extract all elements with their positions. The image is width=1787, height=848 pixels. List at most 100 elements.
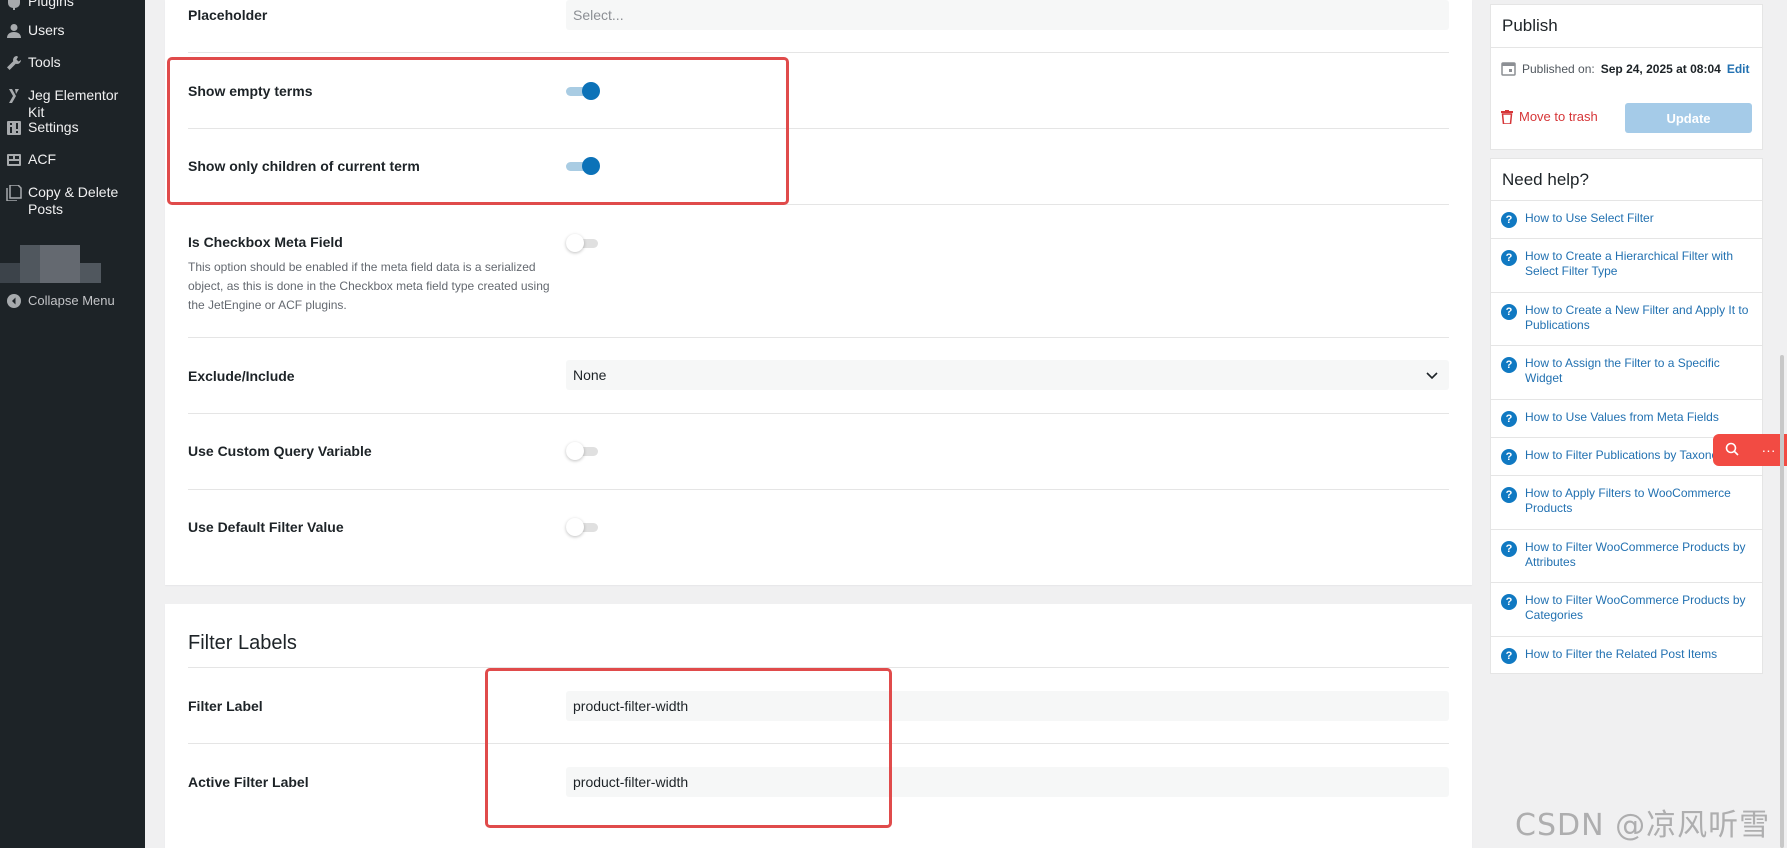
help-link-item: ? How to Use Values from Meta Fields xyxy=(1491,400,1762,438)
more-icon[interactable]: ··· xyxy=(1762,442,1776,458)
help-link[interactable]: How to Apply Filters to WooCommerce Prod… xyxy=(1525,486,1762,516)
help-link[interactable]: How to Filter WooCommerce Products by Ca… xyxy=(1525,593,1762,623)
sidebar-item-copy-delete-posts[interactable]: Copy & Delete Posts xyxy=(0,184,145,218)
show-empty-terms-toggle[interactable] xyxy=(566,82,600,100)
users-icon xyxy=(0,22,28,39)
publish-panel: Publish Published on: Sep 24, 2025 at 08… xyxy=(1490,4,1763,150)
question-icon: ? xyxy=(1501,487,1517,503)
show-empty-terms-row: Show empty terms xyxy=(188,53,1449,129)
jeg-kit-icon xyxy=(0,87,28,104)
sidebar-item-settings[interactable]: Settings xyxy=(0,119,145,136)
question-icon: ? xyxy=(1501,648,1517,664)
question-icon: ? xyxy=(1501,541,1517,557)
help-link-item: ? How to Use Select Filter xyxy=(1491,201,1762,239)
checkbox-meta-row: Is Checkbox Meta Field This option shoul… xyxy=(188,205,1449,338)
sidebar-item-label: Plugins xyxy=(28,0,74,9)
exclude-include-label: Exclude/Include xyxy=(188,368,295,384)
published-on-line: Published on: Sep 24, 2025 at 08:04 Edit xyxy=(1501,61,1750,76)
filter-labels-title: Filter Labels xyxy=(188,632,297,654)
exclude-include-select[interactable]: None xyxy=(566,360,1449,390)
update-button[interactable]: Update xyxy=(1625,103,1752,133)
search-icon[interactable] xyxy=(1725,442,1739,459)
divider xyxy=(1491,47,1762,48)
show-only-children-label: Show only children of current term xyxy=(188,158,420,174)
checkbox-meta-description: This option should be enabled if the met… xyxy=(188,260,550,312)
collapse-menu-button[interactable]: Collapse Menu xyxy=(0,292,145,309)
copy-delete-icon xyxy=(0,184,28,201)
help-link[interactable]: How to Assign the Filter to a Specific W… xyxy=(1525,356,1762,386)
blurred-avatar xyxy=(0,245,101,283)
help-link-item: ? How to Create a New Filter and Apply It… xyxy=(1491,293,1762,346)
help-link[interactable]: How to Use Values from Meta Fields xyxy=(1525,410,1729,425)
help-link-item: ? How to Filter the Related Post Items xyxy=(1491,637,1762,675)
page-scrollbar[interactable] xyxy=(1780,355,1784,848)
edit-date-link[interactable]: Edit xyxy=(1727,62,1750,76)
watermark: CSDN @凉风听雪 xyxy=(1515,808,1771,843)
question-icon: ? xyxy=(1501,449,1517,465)
help-link-item: ? How to Assign the Filter to a Specific … xyxy=(1491,346,1762,400)
collapse-icon xyxy=(0,292,28,309)
published-prefix: Published on: xyxy=(1522,61,1595,76)
filter-settings-card: Placeholder Select... Show empty terms S… xyxy=(165,0,1472,585)
sidebar-item-acf[interactable]: ACF xyxy=(0,151,145,168)
sidebar-item-tools[interactable]: Tools xyxy=(0,54,145,71)
custom-query-var-toggle[interactable] xyxy=(566,442,600,460)
active-filter-label-label: Active Filter Label xyxy=(188,774,309,790)
checkbox-meta-label: Is Checkbox Meta Field xyxy=(188,234,343,250)
help-link-item: ? How to Filter WooCommerce Products by A… xyxy=(1491,530,1762,583)
help-title: Need help? xyxy=(1502,170,1589,189)
floating-toolbar: ··· xyxy=(1713,434,1787,466)
collapse-menu-label: Collapse Menu xyxy=(28,293,115,308)
publish-title: Publish xyxy=(1502,16,1558,35)
help-link-item: ? How to Create a Hierarchical Filter wit… xyxy=(1491,239,1762,293)
custom-query-var-label: Use Custom Query Variable xyxy=(188,443,372,459)
help-link[interactable]: How to Create a Hierarchical Filter with… xyxy=(1525,249,1762,279)
question-icon: ? xyxy=(1501,250,1517,266)
admin-sidebar: Plugins Users Tools Jeg Elementor Kit Se… xyxy=(0,0,145,848)
filter-label-row: Filter Label product-filter-width xyxy=(188,668,1449,744)
filter-labels-card: Filter Labels Filter Label product-filte… xyxy=(165,604,1472,848)
default-filter-value-label: Use Default Filter Value xyxy=(188,519,344,535)
help-link[interactable]: How to Create a New Filter and Apply It … xyxy=(1525,303,1762,333)
default-filter-value-toggle[interactable] xyxy=(566,518,600,536)
help-link[interactable]: How to Use Select Filter xyxy=(1525,211,1664,226)
sidebar-item-users[interactable]: Users xyxy=(0,22,145,39)
move-to-trash-link[interactable]: Move to trash xyxy=(1501,109,1598,124)
question-icon: ? xyxy=(1501,304,1517,320)
acf-icon xyxy=(0,151,28,168)
default-filter-value-row: Use Default Filter Value xyxy=(188,490,1449,566)
show-only-children-toggle[interactable] xyxy=(566,157,600,175)
sidebar-item-label: Settings xyxy=(28,119,79,135)
filter-label-label: Filter Label xyxy=(188,698,263,714)
question-icon: ? xyxy=(1501,594,1517,610)
help-link[interactable]: How to Filter the Related Post Items xyxy=(1525,647,1727,662)
settings-icon xyxy=(0,119,28,136)
help-link-item: ? How to Apply Filters to WooCommerce Pro… xyxy=(1491,476,1762,530)
active-filter-label-row: Active Filter Label product-filter-width xyxy=(188,744,1449,820)
show-only-children-row: Show only children of current term xyxy=(188,129,1449,205)
question-icon: ? xyxy=(1501,212,1517,228)
checkbox-meta-toggle[interactable] xyxy=(566,234,600,252)
filter-label-input[interactable]: product-filter-width xyxy=(566,691,1449,721)
placeholder-input[interactable]: Select... xyxy=(566,0,1449,30)
active-filter-label-input[interactable]: product-filter-width xyxy=(566,767,1449,797)
placeholder-row: Placeholder Select... xyxy=(188,0,1449,53)
sidebar-item-jeg-elementor-kit[interactable]: Jeg Elementor Kit xyxy=(0,87,145,121)
question-icon: ? xyxy=(1501,357,1517,373)
help-link-item: ? How to Filter WooCommerce Products by C… xyxy=(1491,583,1762,637)
calendar-icon xyxy=(1501,62,1516,76)
sidebar-item-label: ACF xyxy=(28,151,56,167)
placeholder-label: Placeholder xyxy=(188,7,268,23)
sidebar-item-label: Tools xyxy=(28,54,61,70)
trash-label: Move to trash xyxy=(1519,109,1598,124)
help-link[interactable]: How to Filter WooCommerce Products by At… xyxy=(1525,540,1762,570)
help-panel: Need help? ? How to Use Select Filter ? Ho… xyxy=(1490,158,1763,674)
show-empty-terms-label: Show empty terms xyxy=(188,83,313,99)
sidebar-item-label: Copy & Delete Posts xyxy=(28,184,119,217)
sidebar-item-label: Jeg Elementor Kit xyxy=(28,87,119,120)
custom-query-var-row: Use Custom Query Variable xyxy=(188,414,1449,490)
trash-icon xyxy=(1501,109,1513,124)
sidebar-item-plugins[interactable]: Plugins xyxy=(0,0,145,10)
tools-icon xyxy=(0,54,28,71)
sidebar-item-label: Users xyxy=(28,22,65,38)
